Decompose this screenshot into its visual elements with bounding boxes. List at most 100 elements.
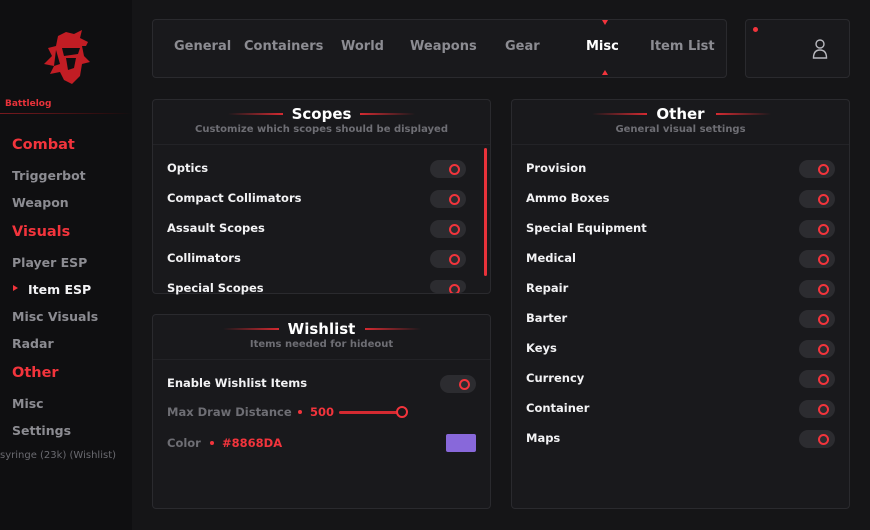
toggle-knob: [818, 313, 829, 325]
other-keys-toggle[interactable]: [799, 340, 835, 358]
sidebar-item-misc[interactable]: Misc: [12, 396, 44, 411]
scopes-card: Scopes Customize which scopes should be …: [152, 99, 491, 295]
wishlist-enable-label: Enable Wishlist Items: [167, 376, 308, 390]
other-container-toggle[interactable]: [799, 400, 835, 418]
sidebar-item-item-esp[interactable]: Item ESP: [28, 282, 91, 297]
title-accent-right: [365, 328, 421, 330]
wishlist-subtitle: Items needed for hideout: [249, 339, 394, 350]
status-dot: [753, 27, 758, 32]
tab-bar: General Containers World Weapons Gear Mi…: [152, 19, 727, 78]
other-repair-label: Repair: [526, 281, 569, 295]
other-card: Other General visual settings Provision …: [511, 99, 850, 509]
scope-optics-label: Optics: [167, 161, 209, 175]
other-repair-toggle[interactable]: [799, 280, 835, 298]
user-panel: [745, 19, 850, 78]
other-medical-label: Medical: [526, 251, 576, 265]
scope-assault-scopes-toggle[interactable]: [430, 220, 466, 238]
tab-item-list[interactable]: Item List: [650, 39, 715, 54]
wishlist-card: Wishlist Items needed for hideout Enable…: [152, 314, 491, 509]
scopes-title: Scopes: [291, 105, 352, 123]
sidebar-item-radar[interactable]: Radar: [12, 336, 54, 351]
other-medical-toggle[interactable]: [799, 250, 835, 268]
sidebar-item-misc-visuals[interactable]: Misc Visuals: [12, 309, 98, 324]
card-divider: [153, 359, 490, 360]
tab-gear[interactable]: Gear: [505, 39, 540, 54]
other-currency-label: Currency: [526, 371, 585, 385]
scope-compact-collimators-label: Compact Collimators: [167, 191, 302, 205]
sidebar-item-player-esp[interactable]: Player ESP: [12, 255, 87, 270]
wishlist-enable-toggle[interactable]: [440, 375, 476, 393]
nav-section-combat: Combat: [12, 137, 75, 153]
other-barter-toggle[interactable]: [799, 310, 835, 328]
toggle-knob: [449, 223, 460, 235]
other-currency-toggle[interactable]: [799, 370, 835, 388]
toggle-knob: [449, 163, 460, 175]
toggle-knob: [449, 253, 460, 265]
other-title: Other: [656, 105, 705, 123]
other-subtitle: General visual settings: [615, 124, 746, 135]
other-maps-label: Maps: [526, 431, 561, 445]
max-draw-distance-value: 500: [310, 405, 335, 419]
other-special-equipment-toggle[interactable]: [799, 220, 835, 238]
card-divider: [153, 144, 490, 145]
color-swatch[interactable]: [446, 434, 476, 452]
knight-helmet-logo-icon: [44, 30, 90, 84]
tab-active-top-icon: [602, 20, 608, 25]
wishlist-title: Wishlist: [287, 320, 356, 338]
scope-special-scopes-label: Special Scopes: [167, 281, 264, 295]
toggle-knob: [818, 433, 829, 445]
toggle-knob: [818, 193, 829, 205]
color-hex-value: #8868DA: [222, 436, 283, 450]
other-maps-toggle[interactable]: [799, 430, 835, 448]
brand-name: Battlelog: [5, 99, 52, 109]
scope-assault-scopes-label: Assault Scopes: [167, 221, 265, 235]
tab-weapons[interactable]: Weapons: [410, 39, 477, 54]
tab-active-bottom-icon: [602, 70, 608, 75]
color-label: Color: [167, 436, 201, 450]
other-provision-label: Provision: [526, 161, 587, 175]
scope-special-scopes-toggle[interactable]: [430, 280, 466, 293]
other-special-equipment-label: Special Equipment: [526, 221, 647, 235]
sidebar-item-triggerbot[interactable]: Triggerbot: [12, 168, 86, 183]
toggle-knob: [449, 283, 460, 293]
toggle-knob: [818, 283, 829, 295]
toggle-knob: [449, 193, 460, 205]
sidebar-item-settings[interactable]: Settings: [12, 423, 71, 438]
scope-compact-collimators-toggle[interactable]: [430, 190, 466, 208]
title-accent-right: [360, 113, 415, 115]
max-draw-distance-label: Max Draw Distance: [167, 405, 292, 419]
other-ammo-boxes-toggle[interactable]: [799, 190, 835, 208]
scopes-subtitle: Customize which scopes should be display…: [194, 124, 448, 135]
tab-misc[interactable]: Misc: [586, 39, 619, 54]
title-accent-right: [716, 113, 771, 115]
toggle-knob: [818, 343, 829, 355]
other-ammo-boxes-label: Ammo Boxes: [526, 191, 610, 205]
brand-divider: [0, 113, 132, 114]
tab-containers[interactable]: Containers: [244, 39, 323, 54]
setting-dot: [210, 441, 214, 445]
tab-general[interactable]: General: [174, 39, 231, 54]
other-container-label: Container: [526, 401, 590, 415]
other-barter-label: Barter: [526, 311, 568, 325]
setting-dot: [298, 410, 302, 414]
toggle-knob: [818, 373, 829, 385]
background-esp-label: syringe (23k) (Wishlist): [0, 450, 117, 461]
toggle-knob: [818, 223, 829, 235]
toggle-knob: [818, 253, 829, 265]
other-keys-label: Keys: [526, 341, 557, 355]
scope-optics-toggle[interactable]: [430, 160, 466, 178]
user-icon[interactable]: [812, 38, 828, 60]
scope-collimators-toggle[interactable]: [430, 250, 466, 268]
toggle-knob: [459, 378, 470, 390]
tab-world[interactable]: World: [341, 39, 384, 54]
max-draw-distance-track[interactable]: [339, 411, 399, 414]
sidebar-item-weapon[interactable]: Weapon: [12, 195, 69, 210]
scopes-scrollbar[interactable]: [484, 148, 487, 276]
nav-section-other: Other: [12, 365, 59, 381]
toggle-knob: [818, 403, 829, 415]
card-divider: [512, 144, 849, 145]
max-draw-distance-thumb[interactable]: [396, 406, 408, 418]
toggle-knob: [818, 163, 829, 175]
other-provision-toggle[interactable]: [799, 160, 835, 178]
active-caret-icon: [13, 285, 18, 291]
